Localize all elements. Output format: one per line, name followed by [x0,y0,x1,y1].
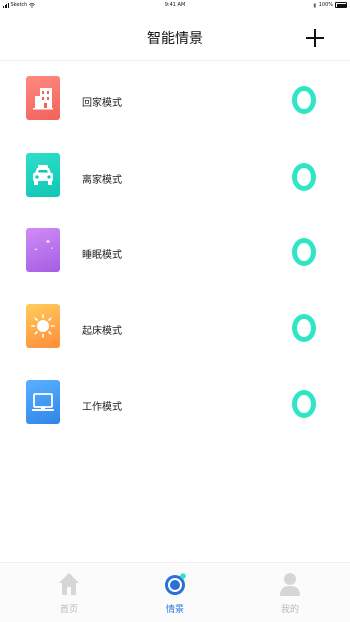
sun-icon [26,304,60,348]
car-icon [26,153,60,197]
scene-toggle[interactable] [292,390,316,418]
scene-toggle[interactable] [292,314,316,342]
scene-item-sleep[interactable]: 睡眠模式 [0,228,350,288]
tab-scene[interactable]: 情景 [117,563,233,622]
app-screen: Sketch 9:41 AM 100% 智能情景 回家模式 离家模式 睡眠模式 … [0,0,350,622]
bluetooth-icon [313,2,317,8]
building-icon [26,76,60,120]
scene-toggle[interactable] [292,163,316,191]
bottom-tab-bar: 首页 情景 我的 [0,562,350,622]
scene-label: 工作模式 [82,402,122,413]
home-icon [59,573,79,595]
tab-home[interactable]: 首页 [11,563,127,622]
scene-label: 睡眠模式 [82,250,122,261]
status-bar: Sketch 9:41 AM 100% [0,0,350,12]
battery-icon [335,2,347,8]
monitor-icon [26,380,60,424]
status-time: 9:41 AM [164,2,186,8]
tab-profile[interactable]: 我的 [232,563,348,622]
battery-percent: 100% [318,2,333,8]
page-title: 智能情景 [147,31,203,47]
moon-icon [26,228,60,272]
tab-label: 情景 [165,605,184,615]
status-right: 100% [313,2,347,8]
scene-label: 离家模式 [82,175,122,186]
scene-item-away[interactable]: 离家模式 [0,153,350,213]
scene-icon [165,573,186,595]
scene-toggle[interactable] [292,86,316,114]
scene-label: 回家模式 [82,98,122,109]
scene-item-wakeup[interactable]: 起床模式 [0,304,350,364]
scene-toggle[interactable] [292,238,316,266]
tab-label: 首页 [59,605,78,615]
scene-item-home[interactable]: 回家模式 [0,76,350,136]
add-scene-button[interactable] [306,29,324,47]
scene-label: 起床模式 [82,326,122,337]
scene-item-work[interactable]: 工作模式 [0,380,350,440]
user-icon [280,573,300,596]
tab-label: 我的 [280,605,299,615]
nav-header: 智能情景 [0,12,350,61]
